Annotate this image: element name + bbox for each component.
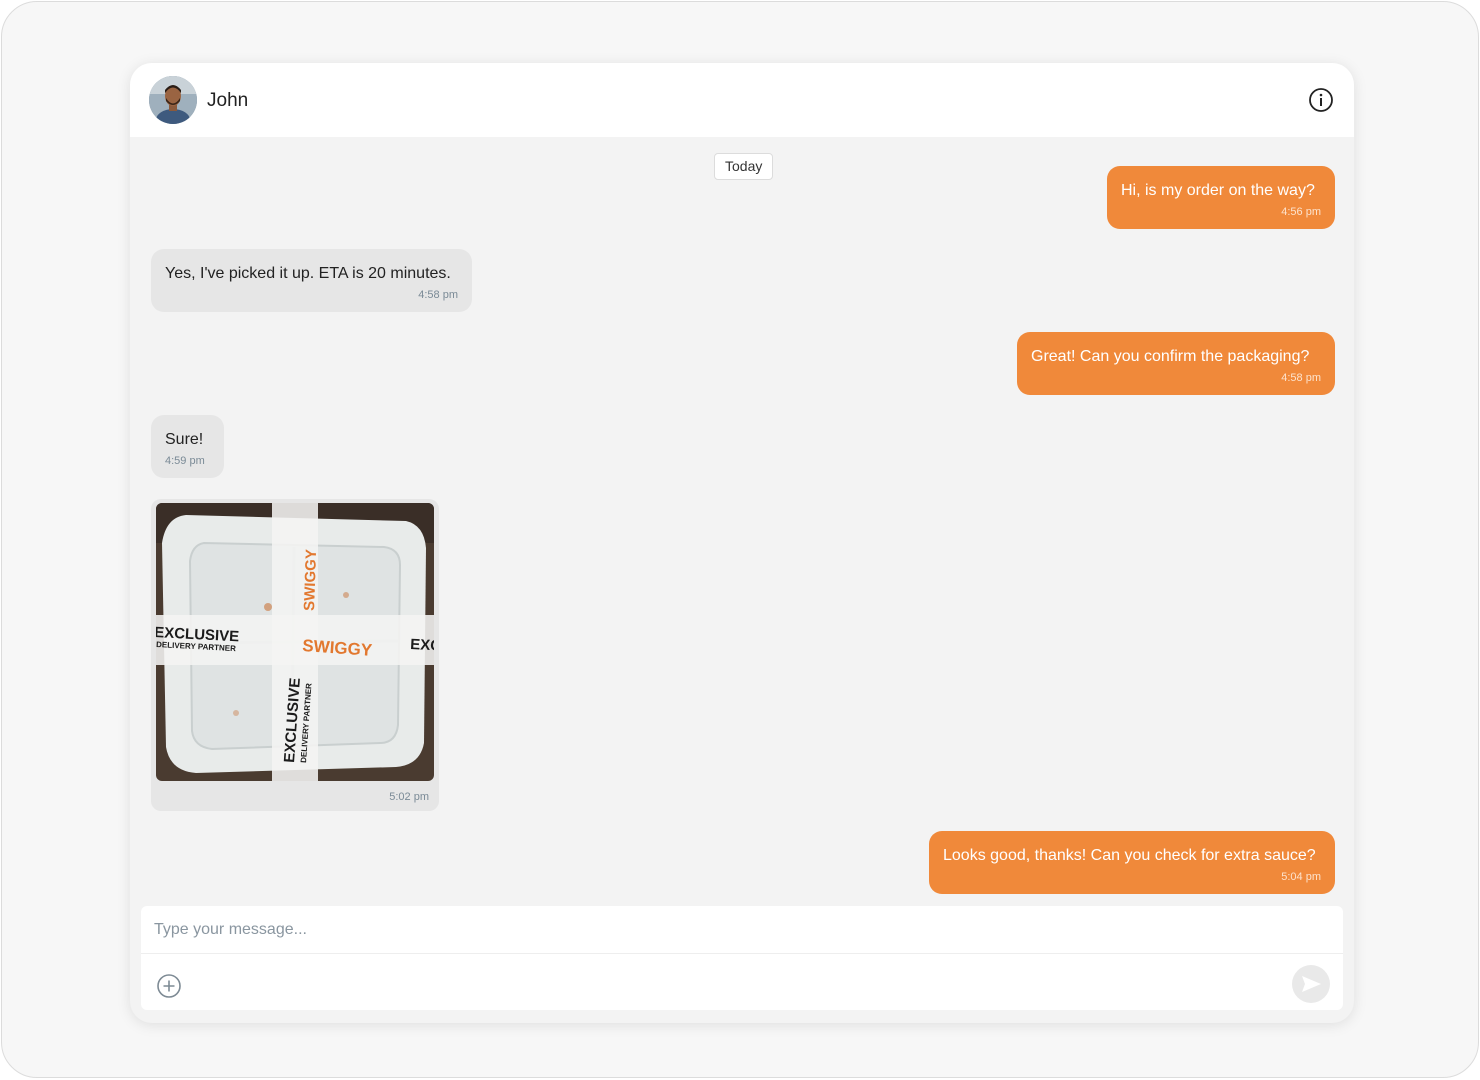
message-text: Great! Can you confirm the packaging? <box>1031 348 1310 365</box>
package-photo[interactable]: SWIGGY SWIGGY EXCLUSIVE DELIVERY PARTNER EXC… <box>156 503 434 781</box>
attach-button[interactable] <box>156 973 182 999</box>
tape-brand-text: SWIGGY <box>301 549 320 611</box>
message-text: Looks good, thanks! Can you check for ex… <box>943 847 1316 864</box>
message-bubble-outgoing[interactable]: Hi, is my order on the way? 4:56 pm <box>1107 166 1335 229</box>
device-frame: John Today Hi, is my order on the way? 4… <box>1 1 1479 1078</box>
message-time: 4:58 pm <box>1281 372 1321 384</box>
send-button[interactable] <box>1292 965 1330 1003</box>
image-message[interactable]: SWIGGY SWIGGY EXCLUSIVE DELIVERY PARTNER EXC… <box>151 499 439 811</box>
contact-name: John <box>207 90 249 111</box>
message-time: 4:56 pm <box>1281 206 1321 218</box>
day-divider: Today <box>714 153 774 180</box>
message-composer <box>141 906 1343 1010</box>
message-text: Yes, I've picked it up. ETA is 20 minute… <box>165 265 451 282</box>
chat-header: John <box>130 63 1354 137</box>
message-bubble-incoming[interactable]: Sure! 4:59 pm <box>151 415 224 478</box>
message-time: 4:59 pm <box>165 455 205 467</box>
message-time: 5:02 pm <box>389 791 429 803</box>
contact-avatar[interactable] <box>149 76 197 124</box>
send-icon <box>1302 976 1321 992</box>
message-bubble-outgoing[interactable]: Great! Can you confirm the packaging? 4:… <box>1017 332 1335 395</box>
chat-window: John Today Hi, is my order on the way? 4… <box>130 63 1354 1023</box>
message-time: 4:58 pm <box>418 289 458 301</box>
message-time: 5:04 pm <box>1281 871 1321 883</box>
message-input[interactable] <box>141 906 1343 954</box>
person-avatar-icon <box>149 76 197 124</box>
message-bubble-outgoing[interactable]: Looks good, thanks! Can you check for ex… <box>929 831 1335 894</box>
message-bubble-incoming[interactable]: Yes, I've picked it up. ETA is 20 minute… <box>151 249 472 312</box>
info-button[interactable] <box>1308 87 1334 113</box>
info-circle-icon <box>1309 88 1333 112</box>
plus-circle-icon <box>157 974 181 998</box>
message-text: Hi, is my order on the way? <box>1121 182 1315 199</box>
message-text: Sure! <box>165 431 204 448</box>
food-container-photo-icon: SWIGGYSWIGGYEXCLUSIVEDELIVERY PARTNEREXC… <box>156 503 434 781</box>
